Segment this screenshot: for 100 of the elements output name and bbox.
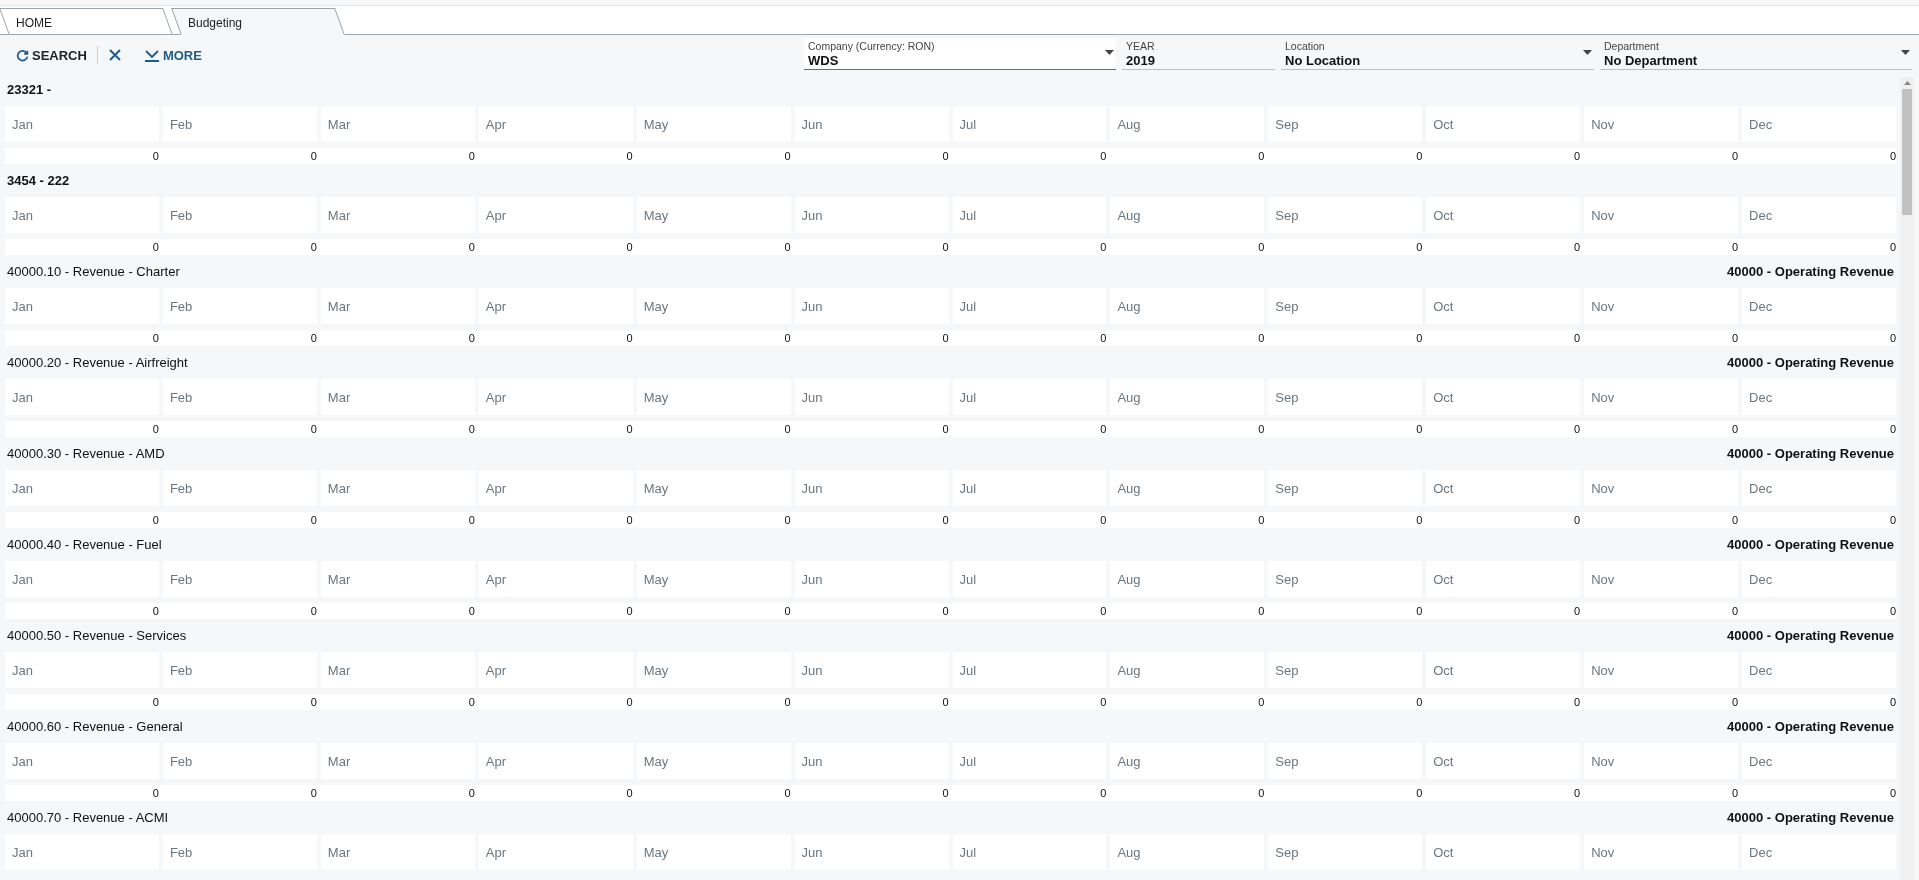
month-input[interactable]: Apr — [478, 106, 633, 142]
month-input[interactable]: Nov — [1584, 834, 1739, 870]
month-input[interactable]: Sep — [1268, 197, 1423, 233]
month-input[interactable]: Jan — [5, 470, 159, 506]
month-input[interactable]: Jul — [952, 470, 1107, 506]
month-input[interactable]: Jun — [794, 652, 949, 688]
month-input[interactable]: Aug — [1110, 106, 1265, 142]
month-input[interactable]: May — [636, 470, 791, 506]
month-input[interactable]: Nov — [1584, 470, 1739, 506]
month-input[interactable]: Feb — [162, 652, 317, 688]
month-input[interactable]: Aug — [1110, 197, 1265, 233]
month-input[interactable]: Dec — [1742, 652, 1896, 688]
month-input[interactable]: Jan — [5, 379, 159, 415]
more-button[interactable]: MORE — [143, 47, 202, 63]
month-input[interactable]: Apr — [478, 197, 633, 233]
month-input[interactable]: Nov — [1584, 106, 1739, 142]
month-input[interactable]: Sep — [1268, 834, 1423, 870]
month-input[interactable]: Oct — [1426, 379, 1581, 415]
month-input[interactable]: Jul — [952, 834, 1107, 870]
scrollbar-thumb[interactable] — [1902, 89, 1912, 215]
month-input[interactable]: Mar — [320, 561, 475, 597]
month-input[interactable]: Jul — [952, 561, 1107, 597]
month-input[interactable]: Sep — [1268, 652, 1423, 688]
scrollbar[interactable] — [1900, 77, 1914, 880]
month-input[interactable]: Apr — [478, 834, 633, 870]
month-input[interactable]: Jan — [5, 197, 159, 233]
month-input[interactable]: Jan — [5, 288, 159, 324]
month-input[interactable]: Oct — [1426, 834, 1581, 870]
month-input[interactable]: Dec — [1742, 379, 1896, 415]
month-input[interactable]: Sep — [1268, 288, 1423, 324]
month-input[interactable]: Feb — [162, 470, 317, 506]
month-input[interactable]: Nov — [1584, 561, 1739, 597]
month-input[interactable]: Mar — [320, 197, 475, 233]
dropdown-field[interactable]: Location No Location — [1281, 38, 1594, 70]
input-field[interactable]: YEAR 2019 — [1122, 38, 1275, 70]
tab[interactable]: HOME — [0, 8, 172, 35]
month-input[interactable]: Jan — [5, 561, 159, 597]
month-input[interactable]: Apr — [478, 288, 633, 324]
month-input[interactable]: Nov — [1584, 743, 1739, 779]
month-input[interactable]: Jan — [5, 834, 159, 870]
month-input[interactable]: Jul — [952, 197, 1107, 233]
month-input[interactable]: Apr — [478, 379, 633, 415]
month-input[interactable]: May — [636, 288, 791, 324]
month-input[interactable]: Dec — [1742, 197, 1896, 233]
month-input[interactable]: Aug — [1110, 470, 1265, 506]
month-input[interactable]: Feb — [162, 197, 317, 233]
month-input[interactable]: Dec — [1742, 743, 1896, 779]
month-input[interactable]: May — [636, 106, 791, 142]
month-input[interactable]: Jun — [794, 379, 949, 415]
month-input[interactable]: Aug — [1110, 652, 1265, 688]
month-input[interactable]: Mar — [320, 652, 475, 688]
dropdown-field[interactable]: Department No Department — [1600, 38, 1912, 70]
month-input[interactable]: Oct — [1426, 470, 1581, 506]
month-input[interactable]: Dec — [1742, 288, 1896, 324]
month-input[interactable]: Sep — [1268, 106, 1423, 142]
month-input[interactable]: Mar — [320, 470, 475, 506]
month-input[interactable]: Feb — [162, 379, 317, 415]
month-input[interactable]: Nov — [1584, 288, 1739, 324]
month-input[interactable]: Oct — [1426, 743, 1581, 779]
month-input[interactable]: Jul — [952, 379, 1107, 415]
month-input[interactable]: May — [636, 197, 791, 233]
month-input[interactable]: Jul — [952, 652, 1107, 688]
month-input[interactable]: May — [636, 834, 791, 870]
month-input[interactable]: Jun — [794, 561, 949, 597]
month-input[interactable]: Sep — [1268, 743, 1423, 779]
month-input[interactable]: Feb — [162, 743, 317, 779]
month-input[interactable]: May — [636, 379, 791, 415]
tab[interactable]: Budgeting — [172, 8, 344, 35]
month-input[interactable]: Jun — [794, 288, 949, 324]
search-button[interactable]: SEARCH — [16, 47, 87, 63]
month-input[interactable]: Mar — [320, 834, 475, 870]
month-input[interactable]: Feb — [162, 106, 317, 142]
month-input[interactable]: Aug — [1110, 743, 1265, 779]
month-input[interactable]: Nov — [1584, 197, 1739, 233]
month-input[interactable]: Sep — [1268, 379, 1423, 415]
month-input[interactable]: Jun — [794, 470, 949, 506]
dropdown-field[interactable]: Company (Currency: RON) WDS — [804, 38, 1116, 70]
month-input[interactable]: Aug — [1110, 834, 1265, 870]
month-input[interactable]: May — [636, 743, 791, 779]
month-input[interactable]: Jan — [5, 743, 159, 779]
month-input[interactable]: Jul — [952, 288, 1107, 324]
month-input[interactable]: Oct — [1426, 197, 1581, 233]
month-input[interactable]: May — [636, 561, 791, 597]
month-input[interactable]: Oct — [1426, 652, 1581, 688]
month-input[interactable]: Aug — [1110, 561, 1265, 597]
month-input[interactable]: Apr — [478, 561, 633, 597]
month-input[interactable]: Jun — [794, 743, 949, 779]
month-input[interactable]: Dec — [1742, 834, 1896, 870]
month-input[interactable]: Jan — [5, 652, 159, 688]
month-input[interactable]: Jun — [794, 197, 949, 233]
month-input[interactable]: May — [636, 652, 791, 688]
month-input[interactable]: Mar — [320, 379, 475, 415]
month-input[interactable]: Oct — [1426, 106, 1581, 142]
month-input[interactable]: Nov — [1584, 652, 1739, 688]
month-input[interactable]: Sep — [1268, 561, 1423, 597]
month-input[interactable]: Sep — [1268, 470, 1423, 506]
month-input[interactable]: Jul — [952, 743, 1107, 779]
month-input[interactable]: Jul — [952, 106, 1107, 142]
month-input[interactable]: Apr — [478, 470, 633, 506]
month-input[interactable]: Mar — [320, 288, 475, 324]
